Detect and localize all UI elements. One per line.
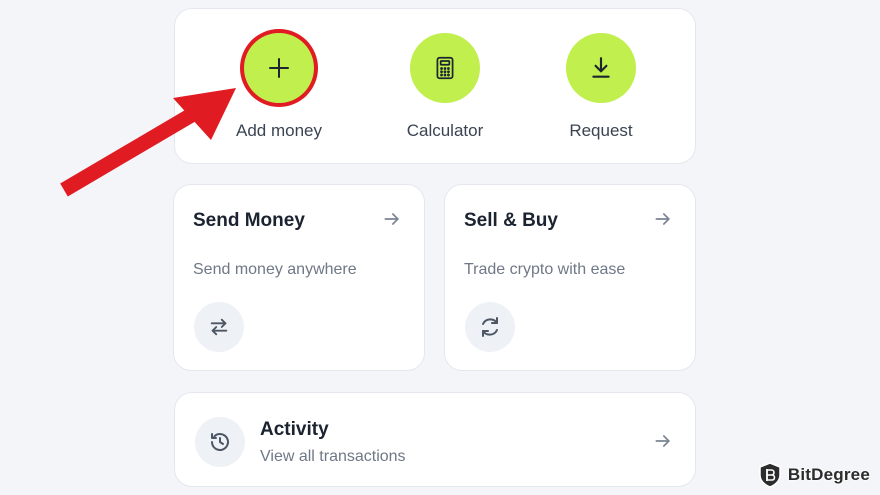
bitdegree-logo-icon xyxy=(758,462,782,488)
add-money-label: Add money xyxy=(236,121,322,140)
sell-buy-title: Sell & Buy xyxy=(464,210,558,231)
calculator-label: Calculator xyxy=(406,121,484,140)
arrow-right-icon xyxy=(382,209,402,234)
send-money-title: Send Money xyxy=(193,210,305,231)
activity-title: Activity xyxy=(260,419,329,440)
request-label: Request xyxy=(569,121,633,140)
refresh-icon xyxy=(465,302,515,352)
arrow-right-icon xyxy=(653,431,673,456)
activity-card[interactable]: Activity View all transactions xyxy=(174,392,696,487)
activity-description: View all transactions xyxy=(260,448,406,465)
quick-actions-card: Add money Calculator Request xyxy=(174,8,696,164)
sell-buy-description: Trade crypto with ease xyxy=(464,261,626,278)
request-button[interactable]: Request xyxy=(546,33,656,141)
send-money-card[interactable]: Send Money Send money anywhere xyxy=(173,184,425,371)
send-money-description: Send money anywhere xyxy=(193,261,357,278)
bitdegree-name: BitDegree xyxy=(787,465,870,484)
arrow-right-icon xyxy=(653,209,673,234)
bitdegree-watermark: BitDegree xyxy=(758,462,870,488)
swap-arrows-icon xyxy=(194,302,244,352)
plus-icon xyxy=(244,33,314,103)
calculator-icon xyxy=(410,33,480,103)
history-icon xyxy=(195,417,245,467)
download-icon xyxy=(566,33,636,103)
add-money-button[interactable]: Add money xyxy=(224,33,334,141)
app-screen: Add money Calculator Request Send Money … xyxy=(0,0,880,495)
calculator-button[interactable]: Calculator xyxy=(390,33,500,141)
sell-buy-card[interactable]: Sell & Buy Trade crypto with ease xyxy=(444,184,696,371)
